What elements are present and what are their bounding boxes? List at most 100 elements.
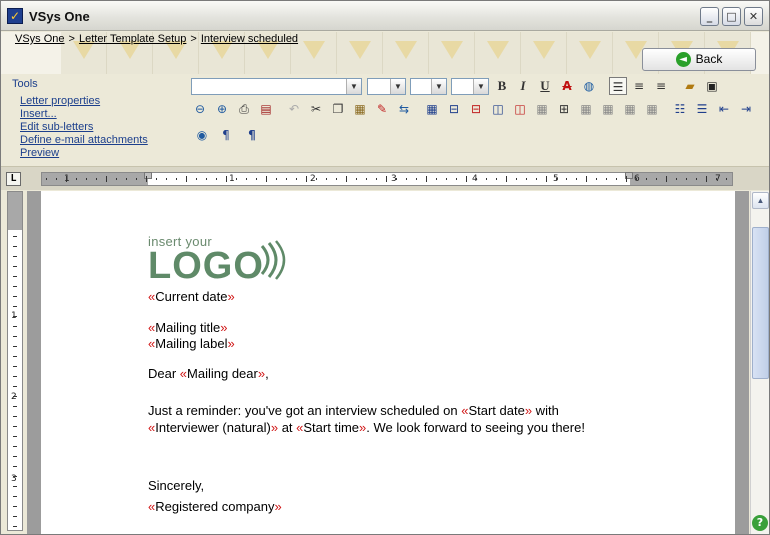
print-preview-icon[interactable]: ▤ bbox=[257, 100, 275, 118]
letter-properties-link[interactable]: Letter properties bbox=[20, 95, 148, 108]
ruler-tick bbox=[326, 178, 327, 180]
start-date-field[interactable]: Start date bbox=[461, 403, 532, 418]
paragraph-marks-hand-icon[interactable]: ¶ bbox=[217, 126, 235, 144]
zoom-out-icon[interactable]: ⊖ bbox=[191, 100, 209, 118]
highlight-icon[interactable]: ✎ bbox=[373, 100, 391, 118]
vertical-ruler[interactable]: 1 2 3 bbox=[7, 191, 23, 531]
greeting-line: Dear Mailing dear, bbox=[148, 366, 269, 381]
ruler-tick bbox=[406, 178, 407, 180]
breadcrumb-vsys-one[interactable]: VSys One bbox=[15, 33, 65, 45]
delete-cells-icon[interactable]: ▦ bbox=[533, 100, 551, 118]
close-button[interactable]: ✕ bbox=[744, 7, 763, 26]
font-size-select[interactable]: ▼ bbox=[367, 78, 406, 95]
ruler-tick bbox=[376, 178, 377, 180]
increase-indent-icon[interactable]: ⇥ bbox=[737, 100, 755, 118]
mailing-title-field[interactable]: Mailing title bbox=[148, 320, 228, 335]
banner-pattern bbox=[521, 32, 567, 74]
ruler-tick bbox=[166, 178, 167, 180]
copy-icon[interactable]: ❐ bbox=[329, 100, 347, 118]
merge-cells-icon[interactable]: ▦ bbox=[577, 100, 595, 118]
strikethrough-button[interactable]: A bbox=[558, 77, 576, 95]
globe-icon[interactable]: ◍ bbox=[580, 77, 598, 95]
align-left-icon[interactable]: ☰ bbox=[609, 77, 627, 95]
print-icon[interactable]: ⎙ bbox=[235, 100, 253, 118]
define-email-attachments-link[interactable]: Define e-mail attachments bbox=[20, 134, 148, 147]
maximize-button[interactable]: □ bbox=[722, 7, 741, 26]
ruler-tick bbox=[13, 316, 17, 317]
ruler-tick bbox=[13, 336, 17, 337]
ruler-tick bbox=[13, 486, 17, 487]
help-icon[interactable]: ? bbox=[752, 515, 768, 531]
split-cells-icon[interactable]: ▦ bbox=[599, 100, 617, 118]
breadcrumb-interview-scheduled[interactable]: Interview scheduled bbox=[201, 33, 298, 45]
back-button[interactable]: ◄ Back bbox=[642, 48, 756, 71]
save-icon[interactable]: ▣ bbox=[703, 77, 721, 95]
ruler-tick bbox=[576, 178, 577, 180]
italic-button[interactable]: I bbox=[514, 77, 532, 95]
ruler-tick bbox=[13, 276, 17, 277]
ruler-tick bbox=[236, 178, 237, 180]
ruler-tick bbox=[13, 356, 17, 357]
font-name-select[interactable]: ▼ bbox=[191, 78, 362, 95]
bullet-list-icon[interactable]: ☷ bbox=[671, 100, 689, 118]
insert-field-icon[interactable]: ◉ bbox=[193, 126, 211, 144]
ruler-tick bbox=[336, 178, 337, 180]
chevron-down-icon: ▼ bbox=[473, 79, 488, 94]
ruler-tick bbox=[656, 178, 657, 180]
mailing-label-field[interactable]: Mailing label bbox=[148, 336, 235, 351]
paste-icon[interactable]: ▦ bbox=[351, 100, 369, 118]
insert-table-icon[interactable]: ▦ bbox=[423, 100, 441, 118]
numbered-list-icon[interactable]: ☰ bbox=[693, 100, 711, 118]
tab-stop-selector[interactable]: L bbox=[6, 172, 21, 186]
scroll-thumb[interactable] bbox=[752, 227, 769, 379]
table-borders-icon[interactable]: ⊞ bbox=[555, 100, 573, 118]
underline-button[interactable]: U bbox=[536, 77, 554, 95]
ruler-tick bbox=[356, 178, 357, 180]
bold-button[interactable]: B bbox=[493, 77, 511, 95]
cell-properties-icon[interactable]: ▦ bbox=[621, 100, 639, 118]
ruler-left-margin bbox=[42, 173, 148, 185]
start-time-field[interactable]: Start time bbox=[296, 420, 366, 435]
style-select[interactable]: ▼ bbox=[410, 78, 447, 95]
insert-link[interactable]: Insert... bbox=[20, 108, 148, 121]
undo-icon[interactable]: ↶ bbox=[285, 100, 303, 118]
edit-sub-letters-link[interactable]: Edit sub-letters bbox=[20, 121, 148, 134]
cut-icon[interactable]: ✂ bbox=[307, 100, 325, 118]
table-properties-icon[interactable]: ▦ bbox=[643, 100, 661, 118]
ruler-tick bbox=[616, 178, 617, 180]
scroll-up-icon[interactable]: ▲ bbox=[752, 192, 769, 209]
ruler-tick bbox=[13, 246, 17, 247]
ruler-tick bbox=[466, 176, 467, 182]
align-right-icon[interactable]: ≡ bbox=[652, 77, 670, 95]
sincerely-line: Sincerely, bbox=[148, 478, 204, 493]
insert-column-left-icon[interactable]: ◫ bbox=[489, 100, 507, 118]
insert-row-above-icon[interactable]: ⊟ bbox=[445, 100, 463, 118]
current-date-field[interactable]: Current date bbox=[148, 289, 235, 304]
ruler-tick bbox=[546, 176, 547, 182]
decrease-indent-icon[interactable]: ⇤ bbox=[715, 100, 733, 118]
find-replace-icon[interactable]: ⇆ bbox=[395, 100, 413, 118]
mailing-dear-field[interactable]: Mailing dear bbox=[180, 366, 265, 381]
horizontal-ruler[interactable]: 1 1 2 3 4 5 6 7 bbox=[41, 172, 733, 186]
ruler-tick bbox=[13, 266, 17, 267]
closing-sentence: . We look forward to seeing you there! bbox=[366, 420, 585, 435]
breadcrumb-letter-template-setup[interactable]: Letter Template Setup bbox=[79, 33, 186, 45]
registered-company-field[interactable]: Registered company bbox=[148, 499, 282, 514]
show-paragraph-marks-icon[interactable]: ¶ bbox=[243, 126, 261, 144]
breadcrumb-separator: > bbox=[68, 33, 75, 45]
vertical-scrollbar[interactable]: ▲ bbox=[750, 191, 769, 534]
color-select[interactable]: ▼ bbox=[451, 78, 489, 95]
align-center-icon[interactable]: ≡ bbox=[630, 77, 648, 95]
letter-page[interactable]: insert your LOGO Current date Mailing ti… bbox=[41, 191, 735, 534]
insert-column-right-icon[interactable]: ◫ bbox=[511, 100, 529, 118]
ruler-tick bbox=[126, 178, 127, 180]
preview-link[interactable]: Preview bbox=[20, 147, 148, 160]
interviewer-field[interactable]: Interviewer (natural) bbox=[148, 420, 278, 435]
chevron-down-icon: ▼ bbox=[431, 79, 446, 94]
open-folder-icon[interactable]: ▰ bbox=[681, 77, 699, 95]
zoom-in-icon[interactable]: ⊕ bbox=[213, 100, 231, 118]
ruler-tick bbox=[13, 306, 17, 307]
insert-row-below-icon[interactable]: ⊟ bbox=[467, 100, 485, 118]
ruler-tick bbox=[76, 178, 77, 180]
minimize-button[interactable]: _ bbox=[700, 7, 719, 26]
